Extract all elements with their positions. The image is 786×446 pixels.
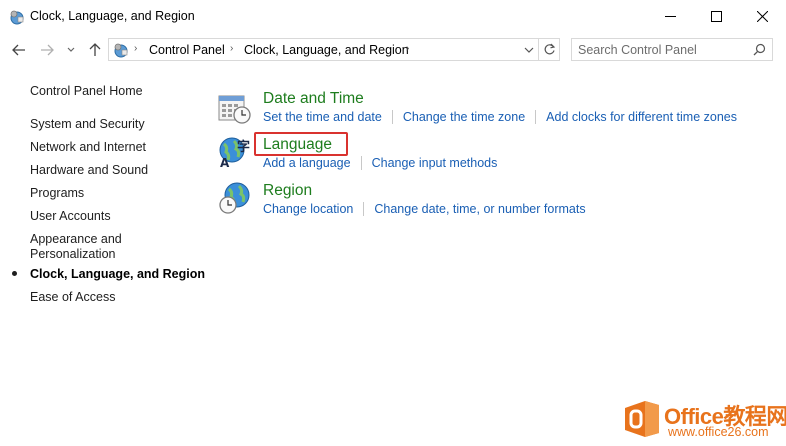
minimize-button[interactable] [647, 0, 693, 33]
category-title-date-and-time[interactable]: Date and Time [263, 90, 364, 108]
chevron-right-icon: › [134, 43, 138, 54]
up-button[interactable] [86, 41, 104, 59]
up-arrow-icon [89, 43, 101, 56]
sidebar-item-user-accounts[interactable]: User Accounts [30, 209, 111, 224]
chevron-right-icon: › [230, 43, 234, 54]
sidebar-home-link[interactable]: Control Panel Home [30, 84, 143, 99]
link-set-time-and-date[interactable]: Set the time and date [263, 110, 382, 124]
link-divider [391, 110, 393, 124]
watermark-url: www.office26.com [668, 425, 769, 439]
search-input[interactable] [578, 41, 748, 58]
link-change-location[interactable]: Change location [263, 202, 353, 216]
svg-text:A: A [220, 156, 230, 169]
search-box[interactable] [571, 38, 773, 61]
link-add-a-language[interactable]: Add a language [263, 156, 351, 170]
control-panel-icon [114, 43, 128, 58]
language-links: Add a language Change input methods [263, 156, 497, 170]
back-button[interactable] [10, 41, 28, 59]
breadcrumb-clock-language-region[interactable]: Clock, Language, and Region [244, 43, 409, 57]
chevron-right-icon: › [406, 43, 410, 54]
sidebar-item-clock-language-region[interactable]: Clock, Language, and Region [30, 267, 205, 282]
sidebar-item-appearance-line1[interactable]: Appearance and [30, 232, 122, 247]
language-globe-icon: 字 A [219, 137, 250, 169]
control-panel-icon [10, 10, 24, 25]
link-divider [363, 202, 365, 216]
sidebar-item-hardware-sound[interactable]: Hardware and Sound [30, 163, 148, 178]
minimize-icon [664, 16, 676, 17]
date-time-links: Set the time and date Change the time zo… [263, 110, 737, 124]
sidebar-item-network-internet[interactable]: Network and Internet [30, 140, 146, 155]
link-change-input-methods[interactable]: Change input methods [372, 156, 498, 170]
window-title: Clock, Language, and Region [30, 9, 195, 23]
link-divider [360, 156, 362, 170]
sidebar-item-programs[interactable]: Programs [30, 186, 84, 201]
chevron-down-icon [67, 47, 75, 52]
calendar-clock-icon [218, 95, 251, 124]
sidebar-item-ease-of-access[interactable]: Ease of Access [30, 290, 115, 305]
close-button[interactable] [739, 0, 785, 33]
sidebar-item-system-security[interactable]: System and Security [30, 117, 145, 132]
active-item-bullet [12, 271, 17, 276]
search-icon[interactable] [753, 43, 766, 56]
recent-locations-button[interactable] [64, 41, 78, 59]
watermark: Office教程网 www.office26.com [621, 398, 786, 446]
refresh-icon [544, 43, 556, 55]
address-bar[interactable]: › Control Panel › Clock, Language, and R… [108, 38, 560, 61]
category-title-region[interactable]: Region [263, 182, 312, 200]
link-divider [535, 110, 537, 124]
title-bar: Clock, Language, and Region [0, 0, 786, 33]
chevron-down-icon [524, 47, 534, 53]
office-logo-icon [625, 401, 659, 437]
region-globe-clock-icon [219, 182, 250, 214]
maximize-button[interactable] [693, 0, 739, 33]
link-change-formats[interactable]: Change date, time, or number formats [374, 202, 585, 216]
link-change-time-zone[interactable]: Change the time zone [403, 110, 525, 124]
forward-arrow-icon [41, 44, 54, 56]
back-arrow-icon [12, 44, 25, 56]
svg-text:字: 字 [237, 139, 250, 155]
highlight-box [254, 132, 348, 156]
address-dropdown-button[interactable] [521, 43, 537, 57]
link-add-clocks[interactable]: Add clocks for different time zones [546, 110, 737, 124]
region-links: Change location Change date, time, or nu… [263, 202, 586, 216]
breadcrumb-control-panel[interactable]: Control Panel [149, 43, 225, 57]
refresh-button[interactable] [538, 39, 560, 60]
sidebar-item-appearance-line2[interactable]: Personalization [30, 247, 115, 262]
close-icon [756, 11, 768, 22]
forward-button[interactable] [38, 41, 56, 59]
maximize-icon [710, 11, 722, 22]
